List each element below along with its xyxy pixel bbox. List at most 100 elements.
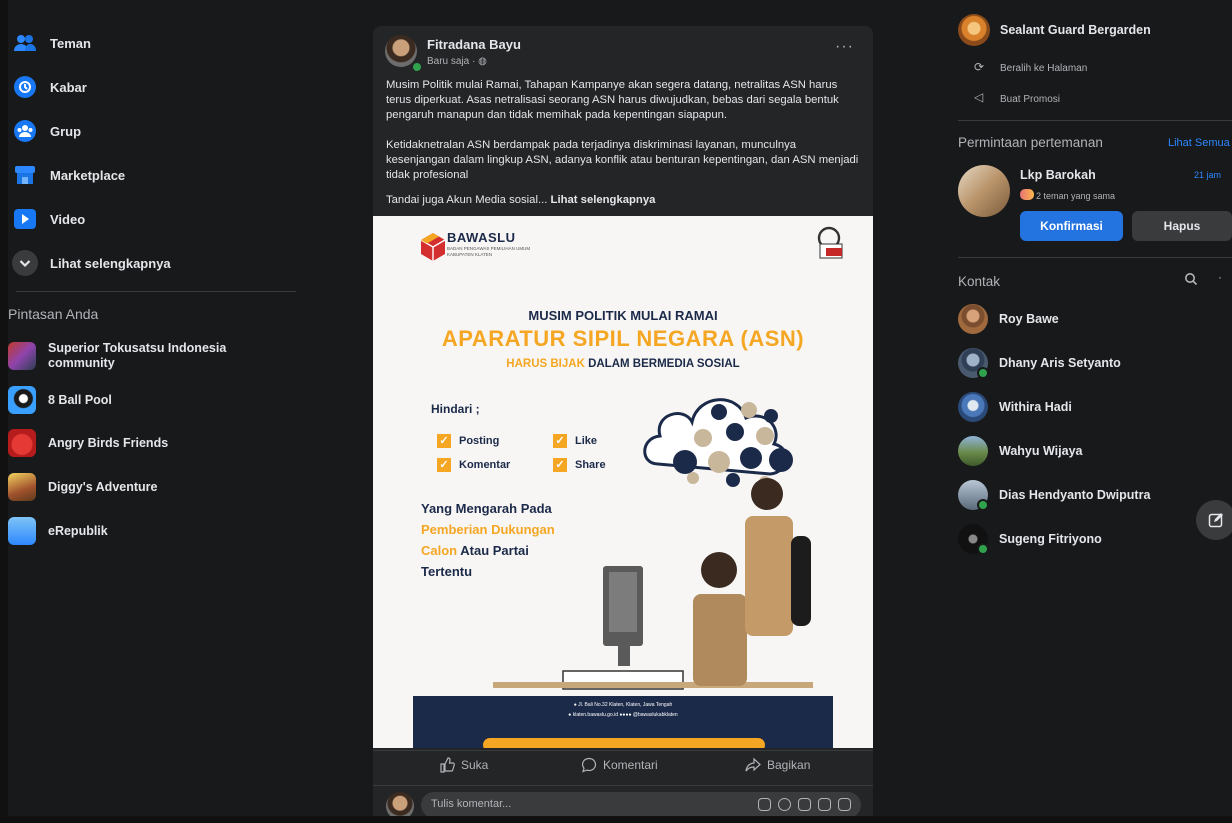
left-sidebar: Teman Kabar Grup Marketplace Video Lihat… [8, 0, 296, 816]
poster-website: klaten.bawaslu.go.id [572, 712, 619, 718]
check-label: Like [575, 435, 598, 447]
contact-item[interactable]: Wahyu Wijaya [958, 433, 1228, 469]
groups-icon [12, 118, 38, 144]
poster-address: ● Jl. Bali No.32 Klaten, Klaten, Jawa Te… [573, 702, 673, 708]
post-image[interactable]: BAWASLU BADAN PENGAWAS PEMILIHAN UMUM KA… [373, 216, 873, 748]
post-paragraph-2: Ketidaknetralan ASN berdampak pada terja… [386, 139, 859, 181]
sidebar-item-marketplace[interactable]: Marketplace [8, 155, 290, 195]
create-promotion-link[interactable]: Buat Promosi [1000, 94, 1060, 105]
post-paragraph-1: Musim Politik mulai Ramai, Tahapan Kampa… [386, 79, 839, 121]
poster-headline-3: HARUS BIJAK DALAM BERMEDIA SOSIAL [373, 358, 873, 370]
poster-handle: @bawaslukabklaten [632, 712, 678, 718]
poster-avoid-label: Hindari ; [431, 402, 480, 416]
post-time: Baru saja · [427, 56, 479, 67]
contacts-more-icon[interactable]: · [1218, 270, 1222, 284]
switch-page-icon: ⟳ [974, 60, 985, 74]
page-avatar[interactable] [958, 14, 990, 46]
shortcut-label: eRepublik [48, 524, 108, 538]
check-label: Posting [459, 435, 500, 447]
sidebar-item-label: Lihat selengkapnya [50, 255, 171, 271]
marketplace-icon [12, 162, 38, 188]
angry-birds-icon [8, 429, 36, 457]
memories-icon [12, 74, 38, 100]
avatar-sticker-icon[interactable] [758, 798, 771, 811]
poster-body-line-4: Tertentu [421, 564, 473, 579]
comment-tools [758, 798, 851, 811]
shortcut-erepublik[interactable]: eRepublik [8, 516, 290, 546]
sidebar-see-more[interactable]: Lihat selengkapnya [8, 243, 290, 283]
gif-icon[interactable] [818, 798, 831, 811]
section-divider [958, 257, 1232, 258]
poster-org-subtitle: BADAN PENGAWAS PEMILIHAN UMUM [447, 246, 531, 251]
poster-headline-3-highlight: HARUS BIJAK [506, 358, 585, 370]
share-label: Bagikan [767, 758, 811, 772]
requester-name[interactable]: Lkp Barokah [1020, 168, 1096, 182]
checkbox-icon: ✓ [437, 434, 451, 448]
poster-address-text: Jl. Bali No.32 Klaten, Klaten, Jawa Teng… [578, 702, 673, 708]
checkbox-icon: ✓ [553, 434, 567, 448]
check-label: Komentar [459, 459, 511, 471]
sidebar-item-groups[interactable]: Grup [8, 111, 290, 151]
contact-avatar [958, 480, 989, 511]
poster-org-name: BAWASLU [447, 230, 516, 245]
confirm-request-button[interactable]: Konfirmasi [1020, 211, 1123, 241]
shortcut-angry-birds[interactable]: Angry Birds Friends [8, 428, 290, 458]
sidebar-item-friends[interactable]: Teman [8, 23, 290, 63]
contact-item[interactable]: Roy Bawe [958, 301, 1228, 337]
checkbox-icon: ✓ [553, 458, 567, 472]
contact-item[interactable]: Sugeng Fitriyono [958, 521, 1228, 557]
switch-page-link[interactable]: Beralih ke Halaman [1000, 63, 1087, 74]
sticker-icon[interactable] [838, 798, 851, 811]
8-ball-pool-icon [8, 386, 36, 414]
contacts-title: Kontak [958, 274, 1001, 289]
contact-item[interactable]: Withira Hadi [958, 389, 1228, 425]
camera-icon[interactable] [798, 798, 811, 811]
diggys-adventure-icon [8, 473, 36, 501]
see-more-link[interactable]: Lihat selengkapnya [551, 194, 656, 206]
poster-check-komentar: ✓ Komentar [437, 458, 510, 472]
shortcut-label: Diggy's Adventure [48, 480, 158, 494]
post-timestamp[interactable]: Baru saja · ◍ [427, 56, 487, 67]
delete-request-button[interactable]: Hapus [1132, 211, 1232, 241]
thumbs-up-icon [440, 757, 455, 773]
contact-avatar [958, 436, 988, 466]
poster-body-text: Yang Mengarah Pada Pemberian Dukungan Ca… [421, 498, 555, 582]
share-button[interactable]: Bagikan [745, 757, 810, 773]
bawaslu-logo-icon [420, 233, 446, 261]
contact-name: Sugeng Fitriyono [999, 532, 1102, 546]
emoji-icon[interactable] [778, 798, 791, 811]
like-button[interactable]: Suka [439, 757, 488, 773]
shortcut-8-ball-pool[interactable]: 8 Ball Pool [8, 385, 290, 415]
sidebar-item-label: Grup [50, 123, 82, 139]
shortcut-tokusatsu-group[interactable]: Superior Tokusatsu Indonesia community [8, 339, 290, 373]
page-name[interactable]: Sealant Guard Bergarden [1000, 23, 1151, 37]
sidebar-item-memories[interactable]: Kabar [8, 67, 290, 107]
see-all-requests-link[interactable]: Lihat Semua [1168, 137, 1230, 149]
contact-item[interactable]: Dhany Aris Setyanto [958, 345, 1228, 381]
right-sidebar: Sealant Guard Bergarden ⟳ Beralih ke Hal… [950, 0, 1232, 816]
sidebar-divider [16, 291, 296, 292]
post-action-bar: Suka Komentari Bagikan [373, 750, 873, 781]
new-message-button[interactable] [1196, 500, 1232, 540]
shortcut-diggys-adventure[interactable]: Diggy's Adventure [8, 472, 290, 502]
post-author-name[interactable]: Fitradana Bayu [427, 37, 521, 52]
post-more-options-icon[interactable]: ··· [835, 38, 854, 56]
online-status-dot [977, 499, 989, 511]
contact-name: Wahyu Wijaya [999, 444, 1083, 458]
check-label: Share [575, 459, 606, 471]
poster-socials: ● klaten.bawaslu.go.id ●●●● @bawaslukabk… [568, 712, 678, 718]
sidebar-item-label: Marketplace [50, 167, 126, 183]
comment-input[interactable]: Tulis komentar... [421, 792, 861, 818]
poster-headline-2: APARATUR SIPIL NEGARA (ASN) [441, 326, 805, 351]
shortcut-label: 8 Ball Pool [48, 393, 112, 407]
comment-button[interactable]: Komentari [581, 757, 658, 773]
sidebar-item-label: Kabar [50, 79, 87, 95]
requester-avatar[interactable] [958, 165, 1010, 217]
contact-avatar [958, 392, 988, 422]
sidebar-item-video[interactable]: Video [8, 199, 290, 239]
sidebar-item-label: Video [50, 211, 86, 227]
contact-name: Dhany Aris Setyanto [999, 356, 1121, 370]
poster-body-line-1: Yang Mengarah Pada [421, 501, 552, 516]
contact-item[interactable]: Dias Hendyanto Dwiputra [958, 477, 1228, 513]
search-contacts-icon[interactable] [1184, 272, 1198, 291]
